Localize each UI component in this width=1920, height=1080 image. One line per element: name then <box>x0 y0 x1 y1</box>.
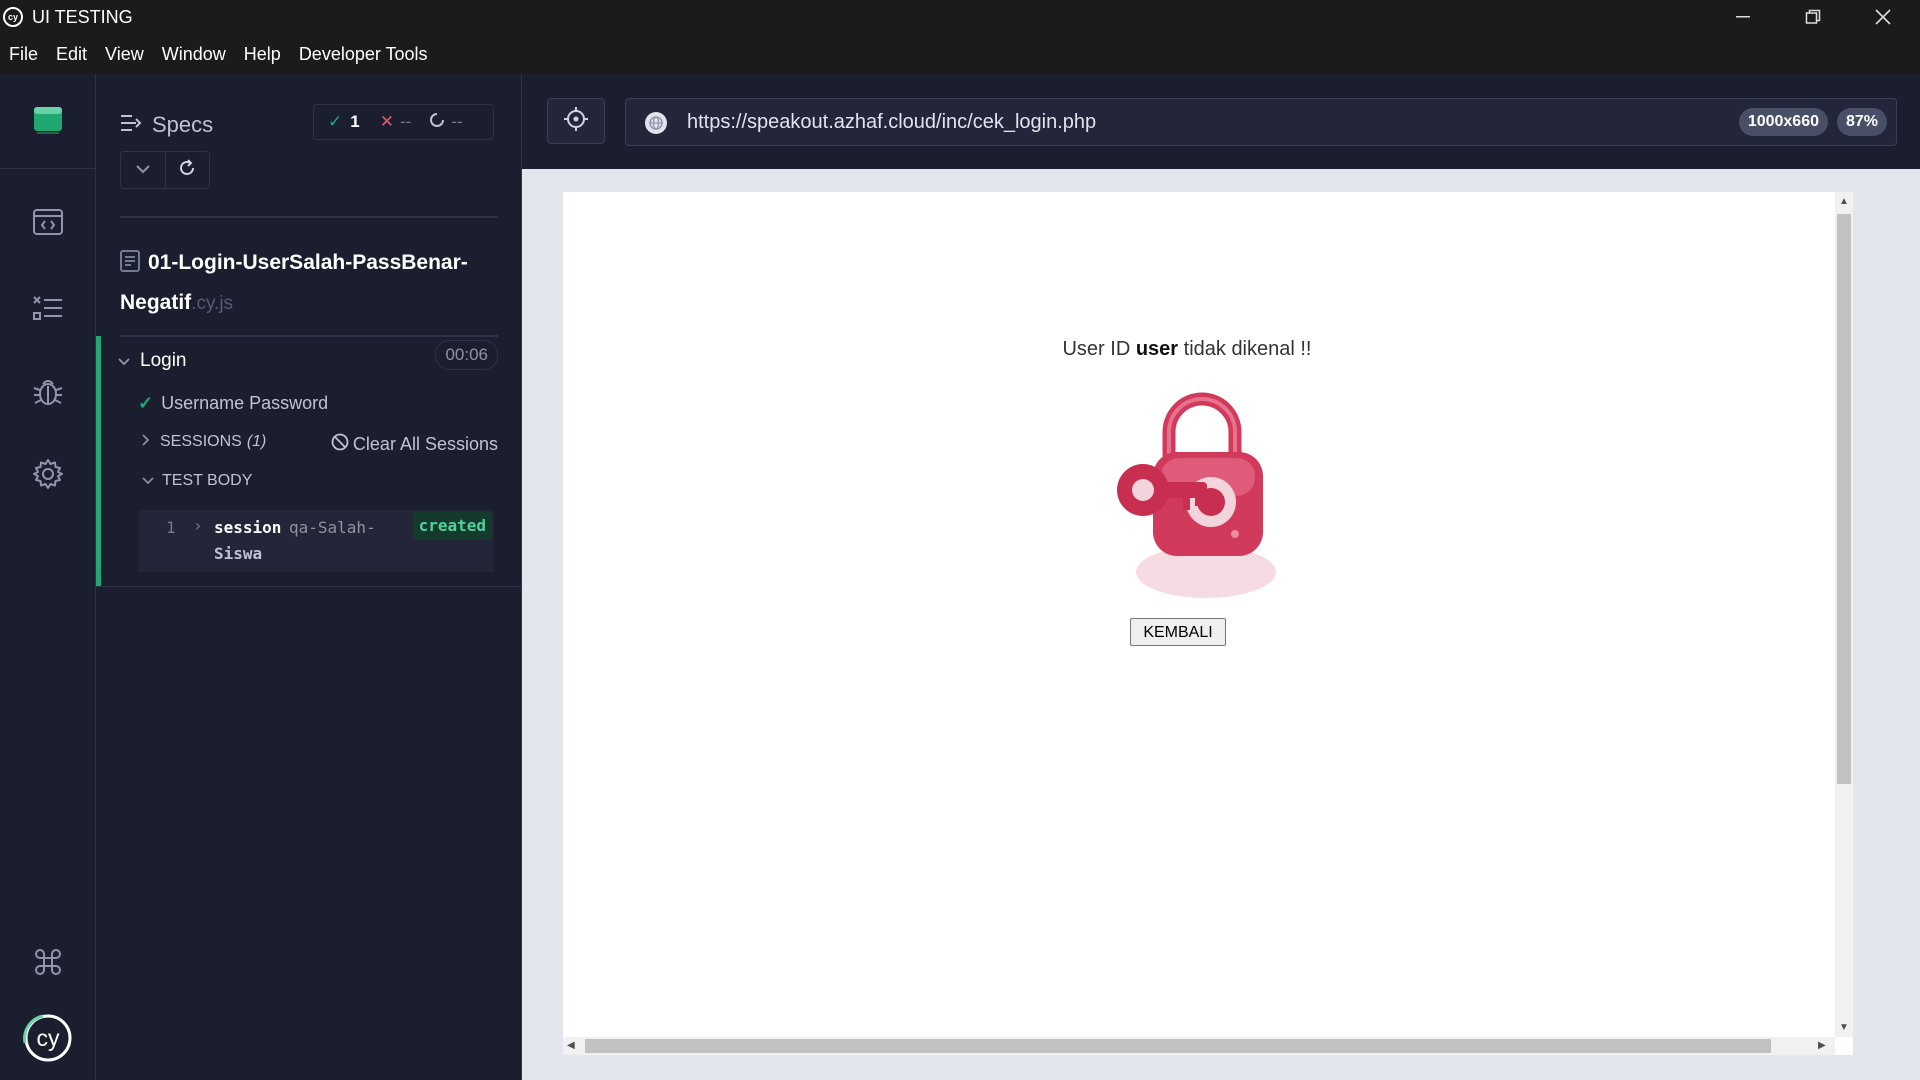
passed-count: 1 <box>350 112 360 131</box>
test-title: Username Password <box>161 393 329 413</box>
url-bar[interactable]: https://speakout.azhaf.cloud/inc/cek_log… <box>625 98 1897 146</box>
menu-view[interactable]: View <box>105 44 144 65</box>
user-id-text: user <box>1135 338 1179 360</box>
rerun-button[interactable] <box>164 152 210 188</box>
chevron-right-icon[interactable] <box>142 433 150 451</box>
specs-header[interactable]: Specs <box>120 112 213 138</box>
suite-title: Login <box>140 350 187 371</box>
settings-gear-icon[interactable] <box>28 454 68 494</box>
specs-panel: Specs ✓ 1 ✕ -- -- 01-Login-UserSalah-Pas… <box>96 74 522 1080</box>
test-stats: ✓ 1 ✕ -- -- <box>313 104 494 140</box>
menu-edit[interactable]: Edit <box>56 44 87 65</box>
scroll-right-icon[interactable]: ▶ <box>1818 1040 1826 1051</box>
pass-check-icon: ✓ <box>328 112 343 131</box>
suite-login[interactable]: Login <box>118 350 187 372</box>
chevron-down-icon <box>118 350 130 372</box>
spec-header: 01-Login-UserSalah-PassBenar-Negatif.cy.… <box>120 244 500 370</box>
sessions-label[interactable]: SESSIONS <box>160 433 242 451</box>
menu-window[interactable]: Window <box>162 44 226 65</box>
command-status-badge: created <box>412 512 492 540</box>
horizontal-scrollbar[interactable]: ◀ ▶ <box>563 1037 1835 1055</box>
sessions-count: (1) <box>246 433 267 450</box>
lock-key-image <box>1111 382 1291 617</box>
block-icon <box>331 433 349 456</box>
menu-help[interactable]: Help <box>244 44 281 65</box>
chevron-down-icon <box>136 161 150 179</box>
test-tree: Login ✓ Username Password SESSIONS (1) C… <box>96 336 521 587</box>
fail-x-icon: ✕ <box>379 112 394 131</box>
command-log-row[interactable]: 1 › session qa-Salah- Siswa created <box>138 510 494 572</box>
window-title: UI TESTING <box>32 7 133 27</box>
aut-header: https://speakout.azhaf.cloud/inc/cek_log… <box>522 74 1920 169</box>
url-text: https://speakout.azhaf.cloud/inc/cek_log… <box>687 111 1097 133</box>
clear-all-sessions-button[interactable]: Clear All Sessions <box>331 433 498 456</box>
zoom-badge[interactable]: 87% <box>1836 108 1887 136</box>
specs-title: Specs <box>152 112 214 137</box>
app-under-test: https://speakout.azhaf.cloud/inc/cek_log… <box>522 74 1920 1080</box>
failed-count: -- <box>399 112 412 131</box>
test-body-label: TEST BODY <box>162 472 253 489</box>
aut-viewport: User ID user tidak dikenal !! KEMBALI ▲ <box>563 192 1853 1055</box>
title-bar: cy UI TESTING <box>0 0 1920 34</box>
restore-button[interactable] <box>1780 0 1846 34</box>
command-number: 1 <box>166 518 176 537</box>
spec-file-icon <box>120 247 140 284</box>
menu-bar: File Edit View Window Help Developer Too… <box>0 34 1920 74</box>
svg-text:cy: cy <box>37 1025 61 1051</box>
viewport-size-badge[interactable]: 1000x660 <box>1738 108 1828 136</box>
divider <box>120 216 498 218</box>
rail-top-section <box>0 74 95 169</box>
sessions-row: SESSIONS (1) Clear All Sessions <box>142 433 498 454</box>
chevron-down-icon <box>142 472 154 490</box>
specs-menu-icon <box>120 112 142 138</box>
spec-extension: .cy.js <box>191 293 234 314</box>
pending-count: -- <box>451 112 463 131</box>
test-body-header[interactable]: TEST BODY <box>142 472 252 490</box>
scroll-up-icon[interactable]: ▲ <box>1839 196 1849 207</box>
test-list-icon[interactable] <box>28 288 68 328</box>
refresh-icon <box>178 158 196 182</box>
globe-icon <box>644 111 668 140</box>
selector-playground-button[interactable] <box>547 98 605 144</box>
pass-check-icon: ✓ <box>138 393 154 413</box>
scroll-left-icon[interactable]: ◀ <box>567 1040 575 1051</box>
crosshair-icon <box>563 106 589 137</box>
scroll-down-icon[interactable]: ▼ <box>1839 1022 1849 1033</box>
kembali-button[interactable]: KEMBALI <box>1130 618 1226 646</box>
minimize-button[interactable] <box>1710 0 1776 34</box>
collapse-all-button[interactable] <box>121 152 165 188</box>
menu-file[interactable]: File <box>9 44 38 65</box>
horizontal-scroll-thumb[interactable] <box>585 1039 1771 1053</box>
spec-controls <box>120 151 210 189</box>
chevron-right-icon: › <box>193 516 203 535</box>
test-username-password[interactable]: ✓ Username Password <box>138 393 328 414</box>
error-message: User ID user tidak dikenal !! <box>1062 338 1312 360</box>
specs-list-icon[interactable] <box>28 100 68 140</box>
cypress-logo-icon[interactable]: cy <box>22 1012 74 1064</box>
command-name: session <box>214 518 282 537</box>
keyboard-shortcuts-icon[interactable] <box>28 942 68 982</box>
debug-bug-icon[interactable] <box>28 372 68 412</box>
command-message-cont: Siswa <box>214 544 263 563</box>
command-message: qa-Salah- <box>289 518 376 537</box>
vertical-scroll-thumb[interactable] <box>1837 214 1851 784</box>
spec-name: 01-Login-UserSalah-PassBenar-Negatif.cy.… <box>120 244 500 322</box>
vertical-scrollbar[interactable]: ▲ ▼ <box>1835 192 1853 1037</box>
clear-sessions-label: Clear All Sessions <box>352 434 498 454</box>
menu-developer-tools[interactable]: Developer Tools <box>299 44 428 65</box>
pending-spinner-icon <box>429 112 445 133</box>
pass-status-bar <box>96 336 101 586</box>
app-logo-icon: cy <box>3 7 23 27</box>
nav-rail: cy <box>0 74 96 1080</box>
runs-icon[interactable] <box>28 202 68 242</box>
close-button[interactable] <box>1850 0 1916 34</box>
